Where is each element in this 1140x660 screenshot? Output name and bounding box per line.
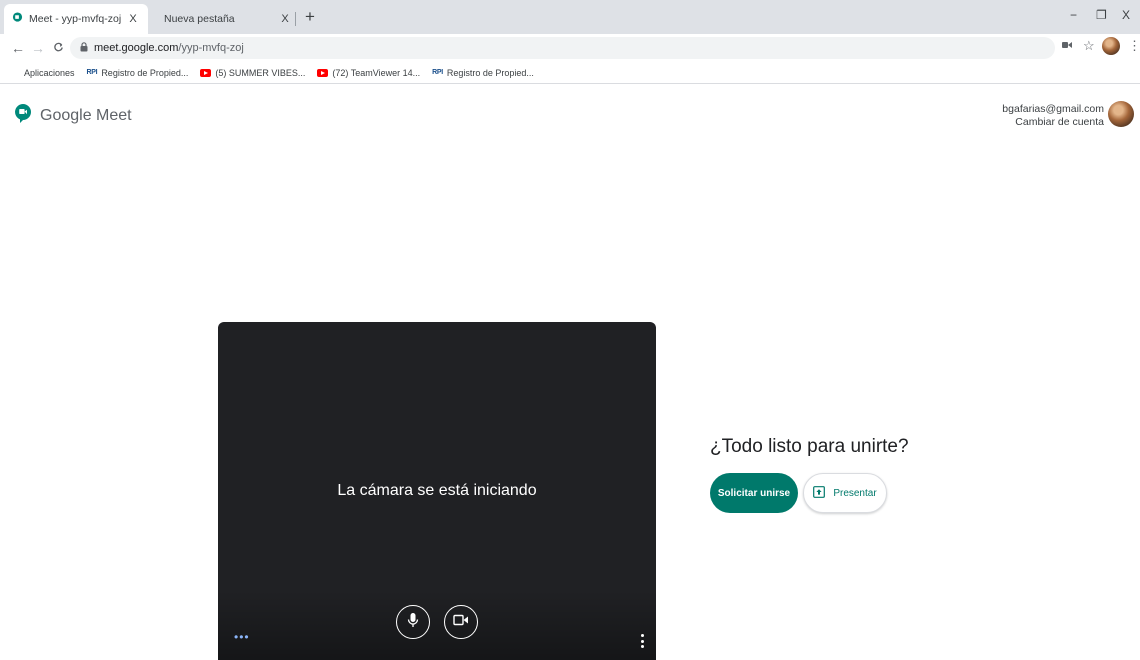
tab-meet[interactable]: Meet - yyp-mvfq-zoj X bbox=[4, 4, 148, 34]
url-path: /yyp-mvfq-zoj bbox=[178, 42, 244, 54]
browser-menu-icon[interactable]: ⋮ bbox=[1128, 38, 1140, 54]
bookmark-registro-2[interactable]: RPI Registro de Propied... bbox=[432, 68, 534, 78]
apps-grid-icon bbox=[10, 68, 20, 78]
profile-avatar-icon[interactable] bbox=[1102, 37, 1120, 55]
bookmark-label: Registro de Propied... bbox=[446, 67, 534, 78]
new-tab-button[interactable]: + bbox=[302, 8, 318, 26]
bookmark-label: (72) TeamViewer 14... bbox=[332, 67, 421, 78]
lock-icon bbox=[80, 41, 94, 55]
ask-to-join-button[interactable]: Solicitar unirse bbox=[710, 473, 798, 513]
minimize-button[interactable]: − bbox=[1070, 8, 1077, 22]
close-tab-icon[interactable]: X bbox=[278, 13, 292, 25]
reload-icon[interactable] bbox=[50, 39, 66, 57]
ready-to-join-title: ¿Todo listo para unirte? bbox=[710, 436, 909, 457]
bookmarks-bar: Aplicaciones RPI Registro de Propied... … bbox=[0, 62, 1140, 84]
avatar[interactable] bbox=[1108, 101, 1134, 127]
close-tab-icon[interactable]: X bbox=[126, 13, 140, 25]
bookmark-summer-vibes[interactable]: (5) SUMMER VIBES... bbox=[200, 68, 305, 78]
google-meet-logo[interactable]: Google Meet bbox=[14, 103, 132, 128]
audio-level-indicator: ••• bbox=[234, 630, 250, 644]
present-label: Presentar bbox=[833, 487, 877, 499]
restore-button[interactable]: ❐ bbox=[1096, 8, 1107, 22]
bookmark-registro-1[interactable]: RPI Registro de Propied... bbox=[87, 68, 189, 78]
browser-toolbar: ← → meet.google.com/yyp-mvfq-zoj ☆ ⋮ bbox=[0, 34, 1140, 62]
rpi-icon: RPI bbox=[432, 69, 443, 76]
more-options-icon[interactable] bbox=[640, 634, 644, 648]
tab-title: Nueva pestaña bbox=[164, 13, 235, 25]
bookmark-label: Registro de Propied... bbox=[101, 67, 189, 78]
tab-separator bbox=[295, 12, 296, 26]
browser-tab-strip: Meet - yyp-mvfq-zoj X Nueva pestaña X + … bbox=[0, 0, 1140, 34]
rpi-icon: RPI bbox=[86, 69, 98, 76]
camera-indicator-icon[interactable] bbox=[1062, 40, 1072, 52]
brand-name: Google Meet bbox=[40, 106, 132, 124]
close-window-button[interactable]: X bbox=[1122, 8, 1130, 22]
tab-new-tab[interactable]: Nueva pestaña X bbox=[150, 4, 300, 34]
star-bookmark-icon[interactable]: ☆ bbox=[1083, 38, 1095, 54]
youtube-icon bbox=[317, 68, 329, 77]
back-icon[interactable]: ← bbox=[10, 39, 26, 57]
video-camera-icon bbox=[453, 613, 469, 631]
camera-toggle-button[interactable] bbox=[444, 605, 478, 639]
present-button[interactable]: Presentar bbox=[803, 473, 887, 513]
microphone-icon bbox=[407, 612, 419, 633]
bookmark-teamviewer[interactable]: (72) TeamViewer 14... bbox=[317, 68, 420, 78]
bookmark-apps[interactable]: Aplicaciones bbox=[10, 68, 75, 78]
tab-title: Meet - yyp-mvfq-zoj bbox=[29, 13, 122, 25]
present-screen-icon bbox=[813, 485, 833, 501]
account-email: bgafarias@gmail.com bbox=[1002, 103, 1104, 115]
camera-preview: La cámara se está iniciando ••• bbox=[218, 322, 656, 660]
account-info: bgafarias@gmail.com Cambiar de cuenta bbox=[1002, 103, 1104, 129]
microphone-toggle-button[interactable] bbox=[396, 605, 430, 639]
preview-bottom-gradient bbox=[218, 590, 656, 660]
url-host: meet.google.com bbox=[94, 42, 179, 54]
camera-status-message: La cámara se está iniciando bbox=[337, 482, 537, 499]
meet-logo-icon bbox=[14, 103, 32, 128]
bookmark-label: (5) SUMMER VIBES... bbox=[215, 67, 306, 78]
forward-icon[interactable]: → bbox=[30, 39, 46, 57]
meet-favicon-icon bbox=[12, 12, 23, 26]
bookmark-label: Aplicaciones bbox=[24, 67, 75, 78]
switch-account-link[interactable]: Cambiar de cuenta bbox=[1002, 116, 1104, 129]
address-bar[interactable]: meet.google.com/yyp-mvfq-zoj bbox=[70, 37, 1055, 59]
youtube-icon bbox=[200, 68, 212, 77]
